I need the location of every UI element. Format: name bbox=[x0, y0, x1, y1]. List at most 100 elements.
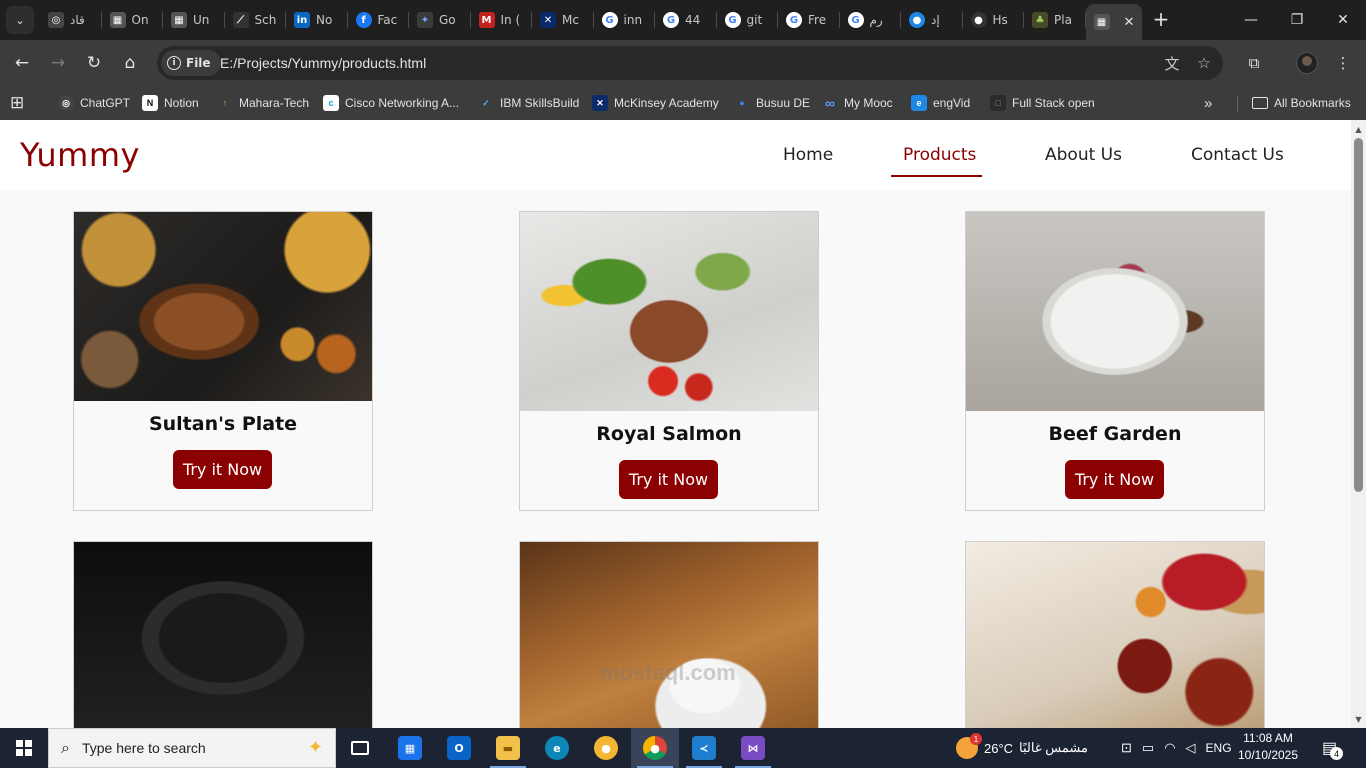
url-text[interactable]: E:/Projects/Yummy/products.html bbox=[220, 55, 426, 71]
apps-button[interactable]: ⊞ bbox=[10, 92, 24, 114]
tab[interactable]: ✦ Go bbox=[409, 0, 471, 40]
close-tab-icon[interactable]: ✕ bbox=[1124, 15, 1135, 30]
close-window-button[interactable]: ✕ bbox=[1320, 0, 1366, 40]
browser-menu-button[interactable]: ⋮ bbox=[1331, 51, 1355, 75]
tab[interactable]: ⟋ Sch bbox=[225, 0, 287, 40]
task-view-button[interactable] bbox=[336, 728, 384, 768]
bookmark-item[interactable]: ✓ IBM SkillsBuild bbox=[478, 92, 579, 114]
tab[interactable]: G 44 bbox=[655, 0, 717, 40]
volume-icon[interactable]: ◁ bbox=[1186, 740, 1196, 756]
active-tab[interactable]: ▦ ✕ bbox=[1085, 4, 1142, 40]
try-it-now-button[interactable]: Try it Now bbox=[173, 450, 272, 489]
tab-favicon-icon: ● bbox=[970, 12, 987, 28]
try-it-now-button[interactable]: Try it Now bbox=[1065, 460, 1164, 499]
taskbar-clock[interactable]: 11:08 AM 10/10/2025 bbox=[1232, 730, 1304, 764]
reload-button[interactable]: ↻ bbox=[80, 49, 108, 77]
nav-home[interactable]: Home bbox=[783, 145, 833, 165]
site-info-label: File bbox=[186, 56, 211, 70]
taskbar-app-chrome-canary[interactable]: ● bbox=[582, 728, 630, 768]
try-it-now-button[interactable]: Try it Now bbox=[619, 460, 718, 499]
forward-button[interactable]: → bbox=[44, 49, 72, 77]
bookmark-item[interactable]: ◎ ChatGPT bbox=[58, 92, 130, 114]
tab-favicon-icon: in bbox=[294, 12, 310, 28]
page-scrollbar[interactable]: ▲ ▼ bbox=[1351, 120, 1366, 728]
tab-list: ◎ قاد ▦ On ▦ Un ⟋ Sch in No f Fac ✦ Go M In ( ✕ M… bbox=[40, 0, 1142, 40]
site-logo[interactable]: Yummy bbox=[20, 136, 140, 174]
wifi-icon[interactable]: ◠ bbox=[1164, 740, 1175, 756]
product-card: Sultan's Plate Try it Now bbox=[73, 211, 373, 511]
nav-contact-us[interactable]: Contact Us bbox=[1191, 145, 1284, 165]
scroll-down-icon[interactable]: ▼ bbox=[1351, 712, 1366, 726]
back-button[interactable]: ← bbox=[8, 49, 36, 77]
tab[interactable]: G Fre bbox=[778, 0, 840, 40]
weather-widget[interactable]: 1 26°C مشمس غالبًا bbox=[956, 728, 1088, 768]
bookmark-item[interactable]: ∞ My Mooc bbox=[822, 92, 893, 114]
tab-search-button[interactable]: ⌄ bbox=[6, 6, 34, 34]
language-indicator[interactable]: ENG bbox=[1206, 741, 1232, 755]
bookmark-item[interactable]: ● Busuu DE bbox=[734, 92, 810, 114]
new-tab-button[interactable]: + bbox=[1150, 7, 1172, 31]
tab[interactable]: ● إد bbox=[901, 0, 963, 40]
start-button[interactable] bbox=[0, 728, 48, 768]
bookmark-favicon-icon: ● bbox=[739, 98, 745, 108]
taskbar-app-chrome[interactable]: ● bbox=[631, 728, 679, 768]
tab[interactable]: f Fac bbox=[348, 0, 410, 40]
meet-now-icon[interactable]: ⊡ bbox=[1121, 740, 1132, 756]
bookmark-label: Mahara-Tech bbox=[239, 96, 310, 110]
bookmark-item[interactable]: ✕ McKinsey Academy bbox=[592, 92, 719, 114]
browser-tab-strip: ⌄ ◎ قاد ▦ On ▦ Un ⟋ Sch in No f Fac ✦ Go M In ( … bbox=[0, 0, 1366, 40]
profile-button[interactable] bbox=[1295, 51, 1319, 75]
taskbar-app-edge[interactable]: e bbox=[533, 728, 581, 768]
tab[interactable]: Ggit bbox=[717, 0, 779, 40]
scroll-up-icon[interactable]: ▲ bbox=[1351, 122, 1366, 136]
bookmark-item[interactable]: N Notion bbox=[142, 92, 199, 114]
tab-title: On bbox=[131, 13, 149, 27]
all-bookmarks-button[interactable]: All Bookmarks bbox=[1252, 92, 1351, 114]
tab[interactable]: ◎ قاد bbox=[40, 0, 102, 40]
extensions-button[interactable]: ⧉ bbox=[1242, 51, 1266, 75]
nav-products[interactable]: Products bbox=[903, 145, 976, 165]
bookmark-favicon-icon: e bbox=[911, 95, 927, 111]
address-bar[interactable]: i File E:/Projects/Yummy/products.html 文… bbox=[157, 46, 1223, 80]
chevron-down-icon: ⌄ bbox=[15, 13, 25, 27]
tab-favicon-icon: M bbox=[478, 12, 495, 28]
taskbar-app-vscode[interactable]: ≺ bbox=[680, 728, 728, 768]
bookmark-item[interactable]: ↑ Mahara-Tech bbox=[217, 92, 309, 114]
tab[interactable]: ▦ Un bbox=[163, 0, 225, 40]
site-info-chip[interactable]: i File bbox=[161, 50, 221, 76]
maximize-button[interactable]: ❐ bbox=[1274, 0, 1320, 40]
notification-center-button[interactable]: ▤ 4 bbox=[1322, 728, 1344, 768]
battery-icon[interactable]: ▭ bbox=[1142, 740, 1154, 756]
tab[interactable]: Ginn bbox=[594, 0, 656, 40]
tab[interactable]: in No bbox=[286, 0, 348, 40]
bookmarks-overflow-button[interactable]: » bbox=[1204, 92, 1212, 114]
tab[interactable]: M In ( bbox=[471, 0, 533, 40]
bookmark-item[interactable]: c Cisco Networking A... bbox=[323, 92, 459, 114]
taskbar-app-file-explorer[interactable]: ▬ bbox=[484, 728, 532, 768]
taskbar-app-outlook[interactable]: O bbox=[435, 728, 483, 768]
kebab-menu-icon: ⋮ bbox=[1335, 54, 1351, 72]
bookmark-item[interactable]: □ Full Stack open bbox=[990, 92, 1095, 114]
tab[interactable]: ♣ Pla bbox=[1024, 0, 1086, 40]
tab[interactable]: ● Hs bbox=[963, 0, 1025, 40]
taskbar-app-visual-studio[interactable]: ⋈ bbox=[729, 728, 777, 768]
double-chevron-right-icon: » bbox=[1204, 94, 1213, 112]
tab[interactable]: ✕ Mc bbox=[532, 0, 594, 40]
translate-icon[interactable]: 文 bbox=[1162, 53, 1182, 73]
tab[interactable]: ▦ On bbox=[102, 0, 164, 40]
product-image bbox=[966, 542, 1264, 728]
close-icon: ✕ bbox=[1337, 12, 1349, 28]
tab-title: No bbox=[316, 13, 333, 27]
bookmark-item[interactable]: e engVid bbox=[911, 92, 970, 114]
scrollbar-thumb[interactable] bbox=[1354, 138, 1363, 492]
tab[interactable]: G رم bbox=[840, 0, 902, 40]
minimize-button[interactable]: — bbox=[1228, 0, 1274, 40]
nav-about-us[interactable]: About Us bbox=[1045, 145, 1122, 165]
weather-sun-icon: 1 bbox=[956, 733, 982, 759]
bookmark-favicon-icon: □ bbox=[990, 95, 1006, 111]
bookmark-star-icon[interactable]: ☆ bbox=[1194, 53, 1214, 73]
bookmark-label: Full Stack open bbox=[1012, 96, 1095, 110]
home-button[interactable]: ⌂ bbox=[116, 49, 144, 77]
taskbar-search-box[interactable]: ⌕ Type here to search ✦ bbox=[48, 728, 336, 768]
taskbar-app-store[interactable]: ▦ bbox=[386, 728, 434, 768]
